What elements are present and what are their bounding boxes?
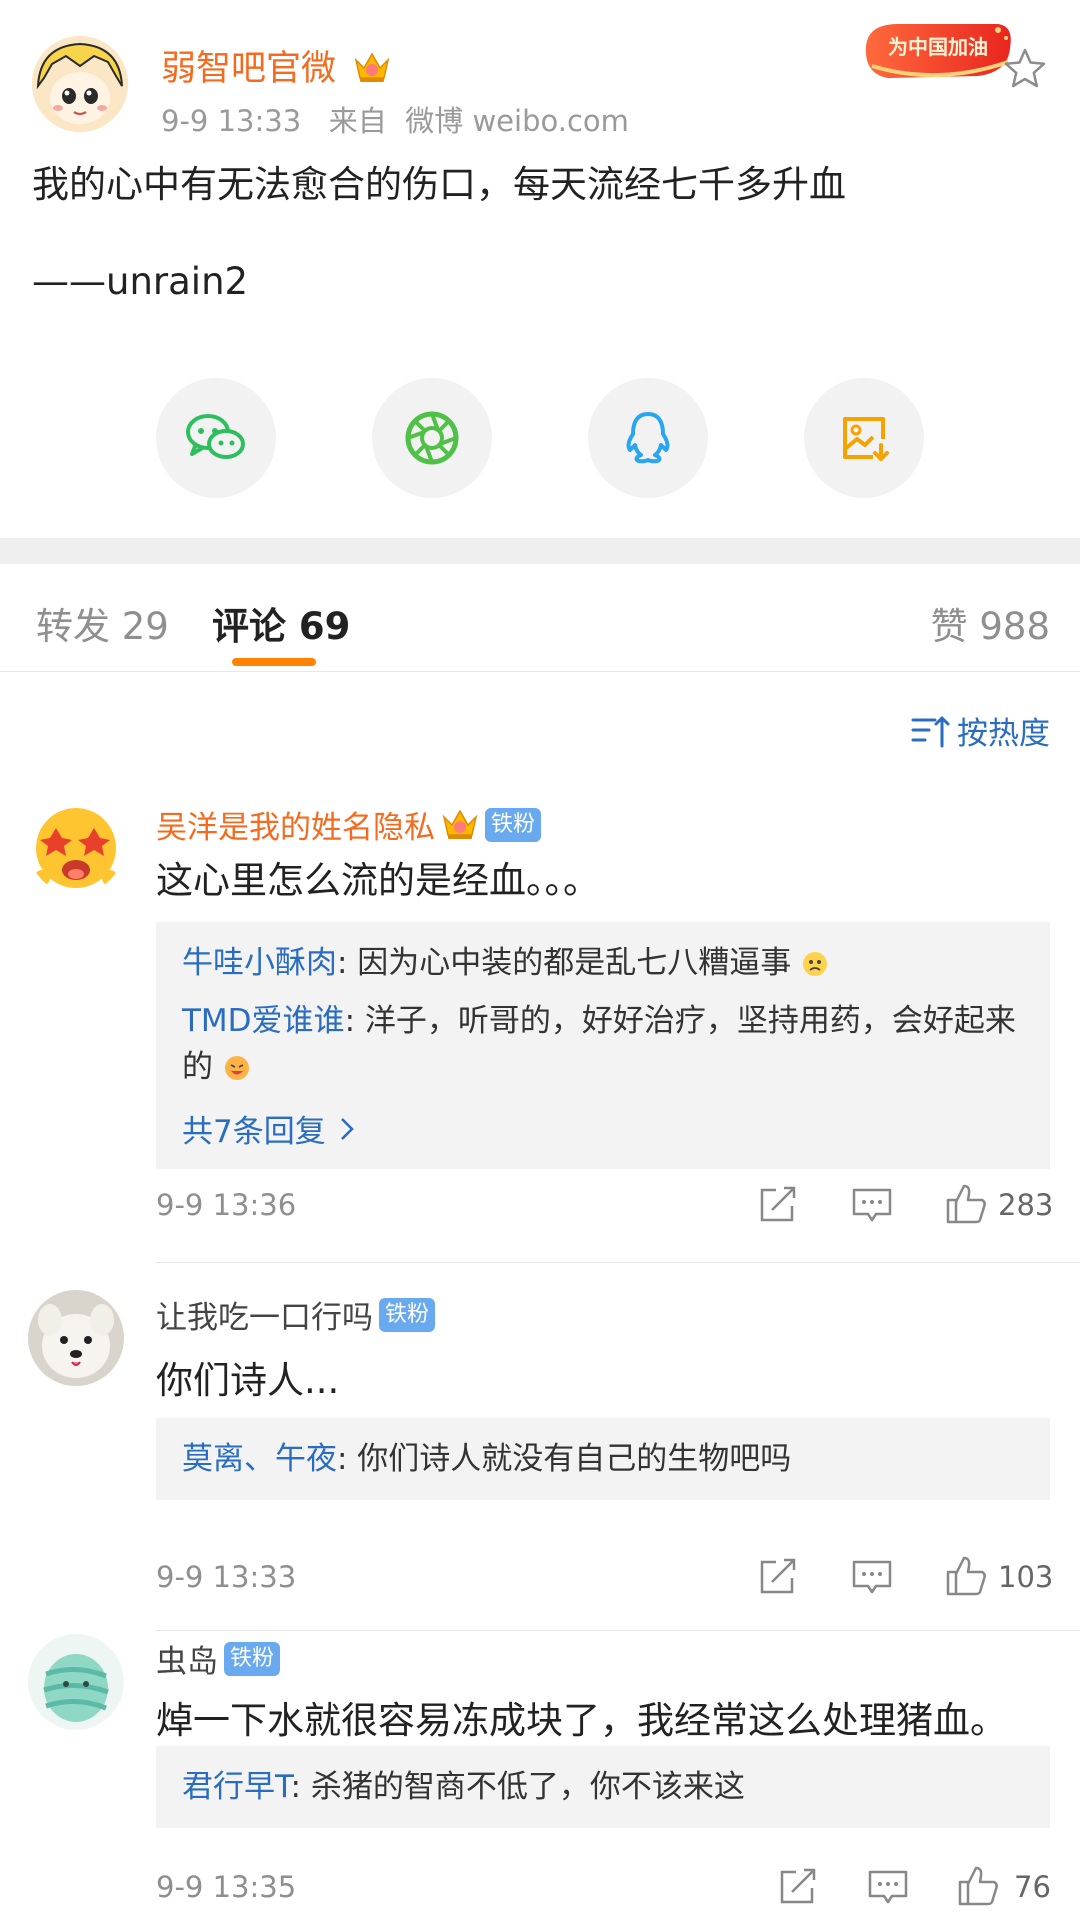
promo-text: 为中国加油 bbox=[888, 35, 988, 59]
commenter-avatar[interactable] bbox=[28, 798, 124, 894]
commenter-name[interactable]: 让我吃一口行吗 铁粉 bbox=[156, 1292, 436, 1337]
commenter-name[interactable]: 吴洋是我的姓名隐私 铁粉 bbox=[156, 802, 542, 847]
moments-icon bbox=[405, 411, 459, 465]
like-count: 283 bbox=[998, 1188, 1054, 1222]
author-avatar[interactable] bbox=[32, 36, 128, 132]
comment-footer: 9-9 13:35 76 bbox=[156, 1864, 1051, 1914]
sad-emoji-icon bbox=[803, 952, 828, 976]
active-tab-indicator bbox=[232, 658, 316, 666]
qq-icon bbox=[626, 412, 670, 464]
comment-footer: 9-9 13:36 283 bbox=[156, 1182, 1054, 1232]
repost-icon[interactable] bbox=[756, 1554, 800, 1598]
laugh-emoji-icon bbox=[224, 1056, 249, 1080]
like-icon[interactable] bbox=[944, 1182, 988, 1226]
like-icon[interactable] bbox=[956, 1864, 1000, 1908]
comment-text: 这心里怎么流的是经血。。。 bbox=[156, 859, 600, 902]
comment-text: 焯一下水就很容易冻成块了，我经常这么处理猪血。 bbox=[156, 1699, 1007, 1742]
promo-badge-icon[interactable]: 为中国加油 bbox=[858, 16, 1016, 86]
reply-icon[interactable] bbox=[850, 1554, 894, 1598]
repost-icon[interactable] bbox=[776, 1864, 820, 1908]
sort-label[interactable]: 按热度 bbox=[957, 708, 1050, 753]
tab-bar: 转发 29 评论 69 赞 988 bbox=[0, 564, 1080, 672]
share-qq-button[interactable] bbox=[588, 378, 708, 498]
commenter-name-text[interactable]: 虫岛 bbox=[156, 1636, 218, 1681]
wechat-icon bbox=[186, 414, 245, 459]
post-signature: ——unrain2 bbox=[32, 260, 249, 303]
vip-crown-icon bbox=[354, 52, 390, 82]
sort-by-hot-button[interactable]: 按热度 bbox=[911, 708, 1050, 753]
tab-comments[interactable]: 评论 69 bbox=[212, 596, 350, 650]
reply-icon[interactable] bbox=[866, 1864, 910, 1908]
commenter-name-text[interactable]: 让我吃一口行吗 bbox=[156, 1292, 373, 1337]
fan-badge: 铁粉 bbox=[485, 807, 542, 842]
post-card: 弱智吧官微 9-9 13:33 来自 微博 weibo.com 为中国加油 我的… bbox=[0, 0, 1080, 538]
share-wechat-button[interactable] bbox=[156, 378, 276, 498]
author-name-text[interactable]: 弱智吧官微 bbox=[161, 49, 336, 89]
reply-item[interactable]: 牛哇小酥肉: 因为心中装的都是乱七八糟逼事 bbox=[182, 940, 1024, 986]
reply-text: : 你们诗人就没有自己的生物吧吗 bbox=[337, 1441, 792, 1477]
reply-box[interactable]: 莫离、午夜: 你们诗人就没有自己的生物吧吗 bbox=[156, 1418, 1050, 1500]
reply-box[interactable]: 牛哇小酥肉: 因为心中装的都是乱七八糟逼事 TMD爱谁谁: 洋子，听哥的，好好治… bbox=[156, 922, 1050, 1169]
comment-text: 你们诗人... bbox=[156, 1359, 340, 1402]
author-name[interactable]: 弱智吧官微 bbox=[161, 40, 391, 91]
reply-item[interactable]: TMD爱谁谁: 洋子，听哥的，好好治疗，坚持用药，会好起来的 bbox=[182, 998, 1024, 1090]
sort-icon bbox=[911, 716, 950, 747]
favorite-star-icon[interactable] bbox=[1002, 46, 1048, 92]
share-bar bbox=[0, 378, 1080, 498]
reply-author[interactable]: 莫离、午夜 bbox=[182, 1441, 337, 1477]
commenter-name[interactable]: 虫岛 铁粉 bbox=[156, 1636, 281, 1681]
comment-divider bbox=[156, 1262, 1080, 1263]
comment-time: 9-9 13:33 bbox=[156, 1560, 297, 1594]
reply-item[interactable]: 君行早T: 杀猪的智商不低了，你不该来这 bbox=[182, 1764, 1024, 1810]
save-image-icon bbox=[843, 417, 889, 461]
like-count: 76 bbox=[1014, 1870, 1051, 1904]
reply-author[interactable]: 君行早T bbox=[182, 1769, 291, 1805]
repost-icon[interactable] bbox=[756, 1182, 800, 1226]
section-divider bbox=[0, 538, 1080, 564]
comment-divider bbox=[156, 1630, 1080, 1631]
tab-repost[interactable]: 转发 29 bbox=[36, 596, 169, 650]
reply-icon[interactable] bbox=[850, 1182, 894, 1226]
like-count: 103 bbox=[998, 1560, 1054, 1594]
view-all-replies-link[interactable]: 共7条回复 bbox=[182, 1106, 1024, 1151]
reply-box[interactable]: 君行早T: 杀猪的智商不低了，你不该来这 bbox=[156, 1746, 1050, 1828]
reply-text: : 杀猪的智商不低了，你不该来这 bbox=[290, 1769, 745, 1805]
vip-crown-icon bbox=[442, 808, 478, 839]
comment-time: 9-9 13:36 bbox=[156, 1188, 297, 1222]
like-icon[interactable] bbox=[944, 1554, 988, 1598]
commenter-name-text[interactable]: 吴洋是我的姓名隐私 bbox=[156, 802, 435, 847]
commenter-avatar[interactable] bbox=[28, 1290, 124, 1386]
view-all-replies-text[interactable]: 共7条回复 bbox=[182, 1106, 326, 1151]
fan-badge: 铁粉 bbox=[224, 1641, 281, 1676]
reply-author[interactable]: 牛哇小酥肉 bbox=[182, 945, 337, 981]
post-meta: 9-9 13:33 来自 微博 weibo.com bbox=[161, 104, 629, 138]
fan-badge: 铁粉 bbox=[379, 1297, 436, 1332]
save-image-button[interactable] bbox=[804, 378, 924, 498]
share-moments-button[interactable] bbox=[372, 378, 492, 498]
chevron-right-icon bbox=[340, 1117, 354, 1140]
comment-time: 9-9 13:35 bbox=[156, 1870, 297, 1904]
post-body: 我的心中有无法愈合的伤口，每天流经七千多升血 bbox=[32, 163, 846, 206]
comment-footer: 9-9 13:33 103 bbox=[156, 1554, 1054, 1604]
commenter-avatar[interactable] bbox=[28, 1634, 124, 1730]
reply-item[interactable]: 莫离、午夜: 你们诗人就没有自己的生物吧吗 bbox=[182, 1436, 1024, 1482]
reply-text: : 因为心中装的都是乱七八糟逼事 bbox=[337, 945, 792, 981]
reply-author[interactable]: TMD爱谁谁 bbox=[182, 1003, 345, 1039]
tab-likes[interactable]: 赞 988 bbox=[931, 596, 1050, 650]
